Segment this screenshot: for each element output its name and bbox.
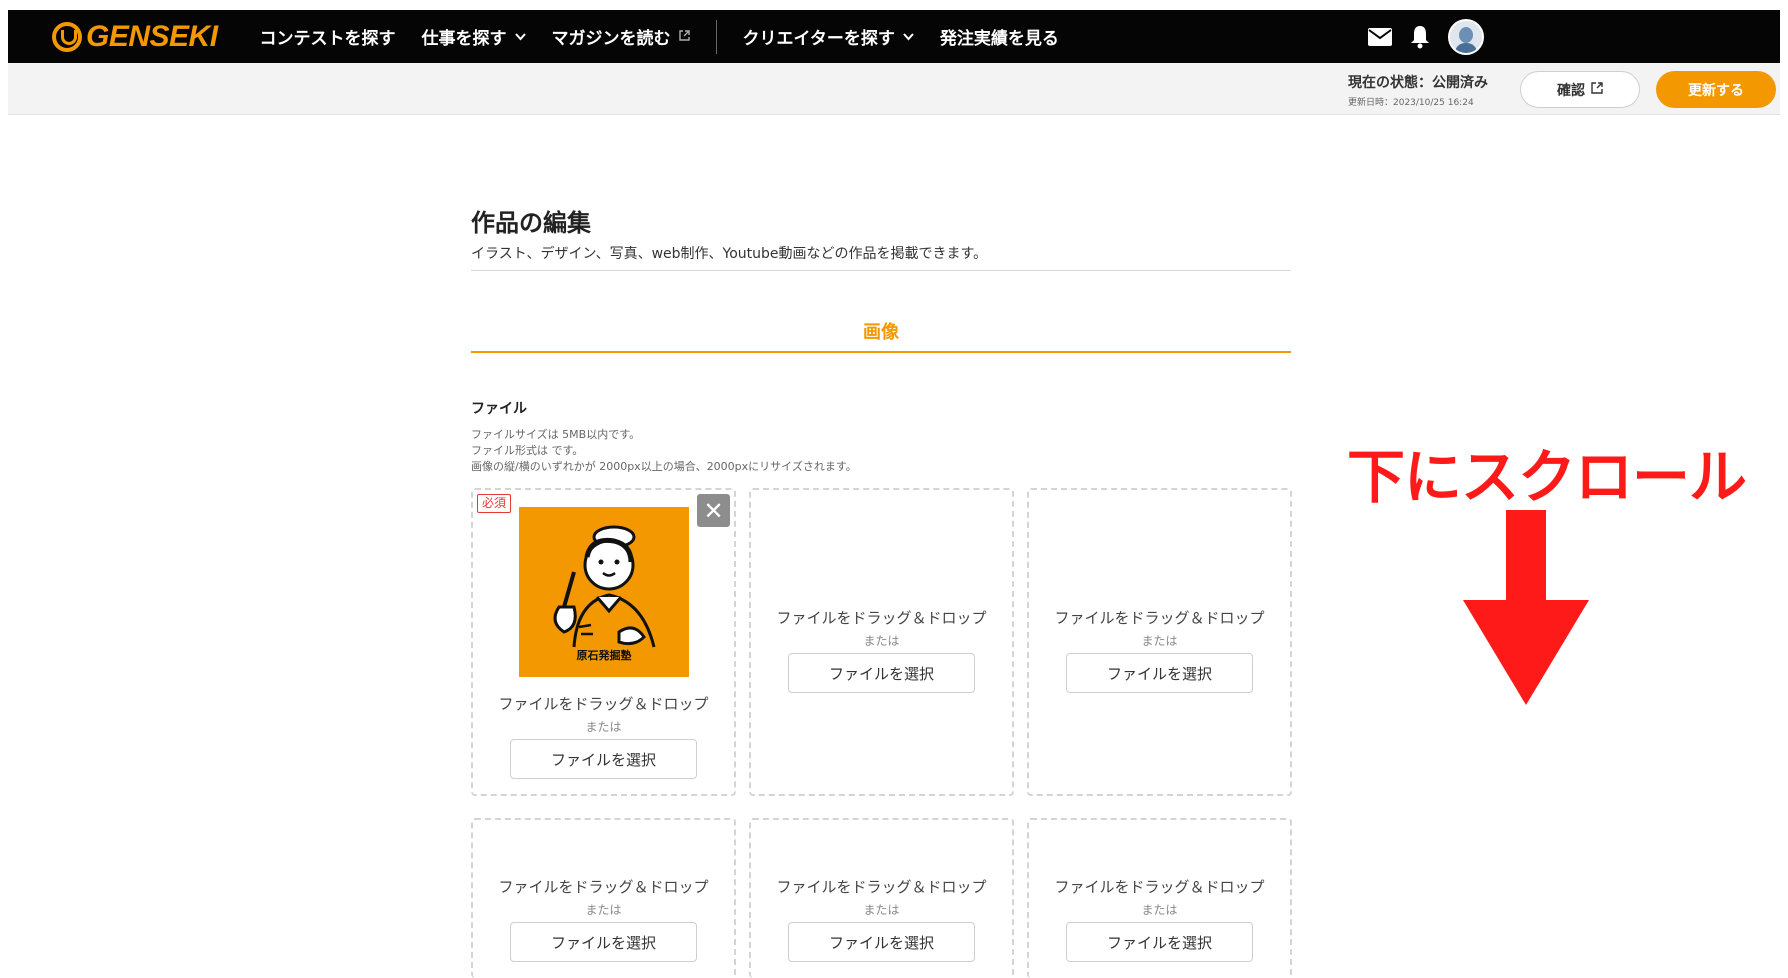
upload-slot-4[interactable]: ファイルをドラッグ＆ドロップ または ファイルを選択 bbox=[471, 818, 736, 978]
dnd-text: ファイルをドラッグ＆ドロップ bbox=[776, 878, 987, 896]
select-file-button[interactable]: ファイルを選択 bbox=[1066, 922, 1253, 962]
user-icons bbox=[1368, 10, 1484, 63]
divider bbox=[471, 270, 1291, 271]
tab-image[interactable]: 画像 bbox=[471, 318, 1291, 344]
upload-slot-3[interactable]: ファイルをドラッグ＆ドロップ または ファイルを選択 bbox=[1027, 488, 1292, 796]
file-label: ファイル bbox=[471, 401, 527, 417]
confirm-label: 確認 bbox=[1557, 82, 1585, 99]
update-button[interactable]: 更新する bbox=[1656, 71, 1776, 108]
mail-icon[interactable] bbox=[1368, 27, 1392, 46]
dnd-text: ファイルをドラッグ＆ドロップ bbox=[776, 609, 987, 627]
or-text: または bbox=[863, 903, 900, 917]
file-note: ファイルサイズは 5MB以内です。 bbox=[471, 428, 641, 441]
status-label: 現在の状態：公開済み bbox=[1348, 75, 1488, 91]
external-link-icon bbox=[1591, 82, 1603, 97]
publish-status: 現在の状態：公開済み 更新日時：2023/10/25 16:24 bbox=[1348, 72, 1488, 108]
bell-icon[interactable] bbox=[1410, 25, 1430, 49]
main-content: 作品の編集 イラスト、デザイン、写真、web制作、Youtube動画などの作品を… bbox=[471, 0, 1292, 978]
select-file-button[interactable]: ファイルを選択 bbox=[510, 739, 697, 779]
image-thumbnail: 原石発掘塾 bbox=[519, 507, 689, 677]
required-badge: 必須 bbox=[477, 494, 512, 513]
logo[interactable]: GENSEKI bbox=[52, 10, 218, 63]
down-arrow-icon bbox=[1463, 510, 1589, 709]
upload-slot-5[interactable]: ファイルをドラッグ＆ドロップ または ファイルを選択 bbox=[749, 818, 1014, 978]
or-text: または bbox=[585, 720, 622, 734]
page-description: イラスト、デザイン、写真、web制作、Youtube動画などの作品を掲載できます… bbox=[471, 246, 988, 262]
dnd-text: ファイルをドラッグ＆ドロップ bbox=[498, 878, 709, 896]
dnd-text: ファイルをドラッグ＆ドロップ bbox=[1054, 609, 1265, 627]
file-note: 画像の縦/横のいずれかが 2000px以上の場合、2000pxにリサイズされます… bbox=[471, 460, 857, 473]
logo-text: GENSEKI bbox=[86, 19, 218, 53]
dnd-text: ファイルをドラッグ＆ドロップ bbox=[498, 695, 709, 713]
file-note: ファイル形式は です。 bbox=[471, 444, 584, 457]
remove-image-button[interactable]: ✕ bbox=[697, 494, 730, 527]
nav-contest-label: コンテストを探す bbox=[259, 29, 396, 49]
or-text: または bbox=[585, 903, 622, 917]
logo-mark-icon bbox=[52, 21, 82, 52]
avatar[interactable] bbox=[1448, 18, 1484, 55]
or-text: または bbox=[1141, 903, 1178, 917]
page-title: 作品の編集 bbox=[471, 209, 591, 237]
tab-underline bbox=[471, 351, 1291, 353]
close-icon: ✕ bbox=[703, 496, 724, 525]
dnd-text: ファイルをドラッグ＆ドロップ bbox=[1054, 878, 1265, 896]
upload-slot-1[interactable]: 必須 原石発掘塾 ✕ ファイルをドラッグ＆ドロップ または ファイルを選択 bbox=[471, 488, 736, 796]
select-file-button[interactable]: ファイルを選択 bbox=[788, 653, 975, 693]
or-text: または bbox=[1141, 634, 1178, 648]
scroll-annotation: 下にスクロール bbox=[1347, 443, 1747, 511]
nav-contest[interactable]: コンテストを探す bbox=[260, 24, 396, 49]
upload-slot-2[interactable]: ファイルをドラッグ＆ドロップ または ファイルを選択 bbox=[749, 488, 1014, 796]
select-file-button[interactable]: ファイルを選択 bbox=[510, 922, 697, 962]
or-text: または bbox=[863, 634, 900, 648]
thumbnail-caption: 原石発掘塾 bbox=[576, 649, 632, 662]
updated-at: 更新日時：2023/10/25 16:24 bbox=[1348, 98, 1474, 108]
select-file-button[interactable]: ファイルを選択 bbox=[1066, 653, 1253, 693]
upload-slot-6[interactable]: ファイルをドラッグ＆ドロップ または ファイルを選択 bbox=[1027, 818, 1292, 978]
confirm-button[interactable]: 確認 bbox=[1520, 71, 1640, 108]
file-notes: ファイルサイズは 5MB以内です。 ファイル形式は です。 画像の縦/横のいずれ… bbox=[471, 427, 857, 475]
select-file-button[interactable]: ファイルを選択 bbox=[788, 922, 975, 962]
